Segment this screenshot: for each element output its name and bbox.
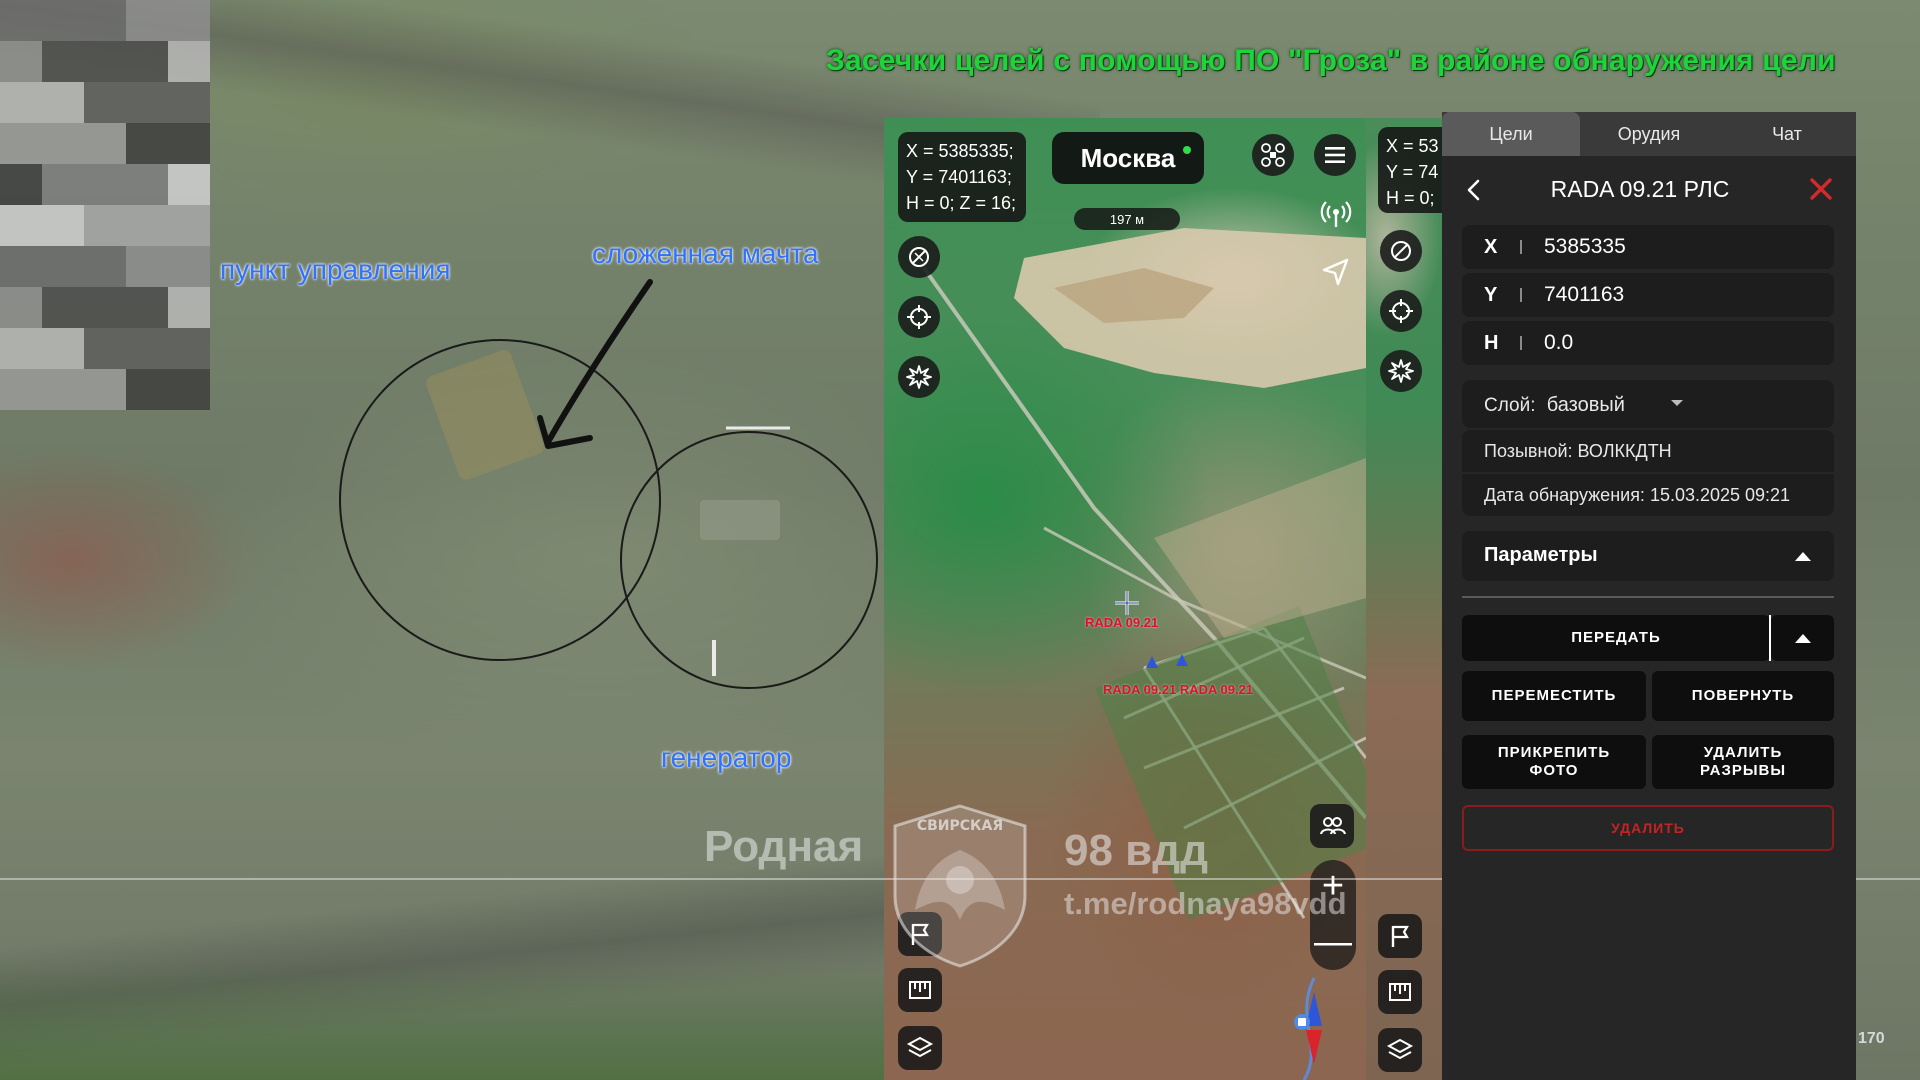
divider	[1520, 288, 1522, 302]
tab-targets[interactable]: Цели	[1442, 112, 1580, 156]
zoom-out-button[interactable]: —	[1314, 922, 1352, 962]
compass[interactable]	[1286, 990, 1342, 1066]
flag-icon	[1391, 925, 1409, 947]
ruler-icon	[1389, 983, 1411, 1001]
menu-button[interactable]	[1314, 134, 1356, 176]
detection-date: Дата обнаружения: 15.03.2025 09:21	[1462, 474, 1834, 516]
tab-weapons[interactable]: Орудия	[1580, 112, 1718, 156]
crosshair-icon	[907, 305, 931, 329]
mast-arrow-head	[537, 415, 593, 449]
coordinate-y-key: Y	[1484, 284, 1498, 306]
map-scale: 197 м	[1074, 208, 1180, 230]
status-indicator	[1183, 146, 1191, 154]
watermark-text-right: 98 вдд	[1064, 826, 1209, 875]
unit-emblem: СВИРСКАЯ	[893, 804, 1027, 968]
satellite-button[interactable]	[898, 236, 940, 278]
crosshair-button[interactable]	[898, 296, 940, 338]
attach-photo-button[interactable]: ПРИКРЕПИТЬ ФОТО	[1462, 735, 1646, 789]
satellite-icon	[909, 247, 929, 267]
layer-label: Слой: базовый	[1484, 394, 1625, 417]
drone-icon	[1261, 143, 1285, 167]
annotation-control-point: пункт управления	[220, 254, 451, 285]
parameters-label: Параметры	[1484, 544, 1598, 566]
burst-button-secondary[interactable]	[1380, 350, 1422, 392]
annotation-overlay	[339, 279, 878, 689]
ruler-icon	[909, 981, 931, 999]
ruler-button[interactable]	[898, 968, 942, 1012]
coordinate-h-value[interactable]: 0.0	[1544, 321, 1573, 365]
emblem-text: СВИРСКАЯ	[917, 818, 1003, 834]
annotation-folded-mast: сложенная мачта	[592, 238, 819, 269]
chevron-down-icon	[1671, 400, 1683, 406]
control-point-vehicle	[426, 350, 544, 480]
burst-button[interactable]	[898, 356, 940, 398]
annotation-generator: генератор	[661, 742, 792, 773]
ruler-button-secondary[interactable]	[1378, 970, 1422, 1014]
flag-button-secondary[interactable]	[1378, 914, 1422, 958]
coordinates-readout-secondary: X = 53 Y = 74 H = 0;	[1378, 127, 1442, 213]
panel-tabs: Цели Орудия Чат	[1442, 112, 1856, 156]
delete-button[interactable]: УДАЛИТЬ	[1462, 805, 1834, 851]
crosshair-button-secondary[interactable]	[1380, 290, 1422, 332]
divider	[1462, 596, 1834, 598]
frame-counter: 170	[1858, 1030, 1885, 1047]
layer-value: базовый	[1546, 394, 1625, 416]
coordinate-x-value[interactable]: 5385335	[1544, 225, 1626, 269]
coordinate-y-value[interactable]: 7401163	[1544, 273, 1624, 317]
divider	[1520, 240, 1522, 254]
divider	[1520, 336, 1522, 350]
video-title: Засечки целей с помощью ПО "Гроза" в рай…	[826, 44, 1836, 77]
layers-icon	[1386, 1038, 1414, 1060]
send-options-button[interactable]	[1771, 615, 1834, 661]
chevron-up-icon	[1794, 634, 1811, 643]
chevron-left-icon	[1467, 179, 1480, 201]
layers-icon	[906, 1036, 934, 1058]
callsign: Позывной: ВОЛККДТН	[1462, 430, 1834, 472]
close-icon	[1810, 178, 1832, 200]
coordinates-readout: X = 5385335; Y = 7401163; H = 0; Z = 16;	[898, 132, 1026, 222]
group-icon	[1320, 817, 1346, 835]
coordinate-x-key: X	[1484, 236, 1498, 258]
target-title: RADA 09.21 РЛС	[1550, 176, 1730, 202]
mast-arrow	[545, 279, 653, 445]
burst-icon	[1388, 359, 1414, 383]
chevron-up-icon	[1795, 552, 1811, 561]
compass-icon	[1294, 992, 1322, 1064]
layers-button[interactable]	[898, 1026, 942, 1070]
layer-label-key: Слой:	[1484, 395, 1536, 416]
coordinate-x-row: X 5385335	[1462, 225, 1834, 269]
rotate-button[interactable]: ПОВЕРНУТЬ	[1652, 671, 1834, 721]
group-button[interactable]	[1310, 804, 1354, 848]
signal-button[interactable]	[1316, 194, 1356, 234]
watermark-text-left: Родная	[704, 822, 864, 871]
grass-strip	[0, 960, 900, 1080]
city-selector[interactable]: Москва	[1052, 132, 1204, 184]
target-label-secondary: RADA 09.21 RADA 09.21	[1103, 682, 1254, 697]
back-button[interactable]	[1460, 176, 1488, 204]
layers-button-secondary[interactable]	[1378, 1028, 1422, 1072]
move-button[interactable]: ПЕРЕМЕСТИТЬ	[1462, 671, 1646, 721]
coordinate-y-row: Y 7401163	[1462, 273, 1834, 317]
menu-icon	[1325, 147, 1345, 163]
remove-gaps-button[interactable]: УДАЛИТЬ РАЗРЫВЫ	[1652, 735, 1834, 789]
satellite-button-secondary[interactable]	[1380, 230, 1422, 272]
watermark-link: t.me/rodnaya98vdd	[1064, 886, 1347, 921]
crosshair-icon	[1389, 299, 1413, 323]
tab-chat[interactable]: Чат	[1718, 112, 1856, 156]
burst-icon	[906, 365, 932, 389]
drone-button[interactable]	[1252, 134, 1294, 176]
generator-object	[700, 500, 780, 540]
target-marker	[1115, 591, 1139, 615]
antenna-icon	[1320, 201, 1352, 227]
navigate-icon	[1322, 258, 1349, 286]
navigate-button[interactable]	[1316, 252, 1356, 292]
coordinate-h-key: H	[1484, 332, 1499, 354]
close-button[interactable]	[1806, 174, 1836, 204]
target-label: RADA 09.21	[1085, 615, 1159, 630]
generator-circle	[620, 431, 878, 689]
satellite-icon	[1391, 241, 1411, 261]
coordinate-h-row: H 0.0	[1462, 321, 1834, 365]
send-button[interactable]: ПЕРЕДАТЬ	[1462, 615, 1770, 661]
